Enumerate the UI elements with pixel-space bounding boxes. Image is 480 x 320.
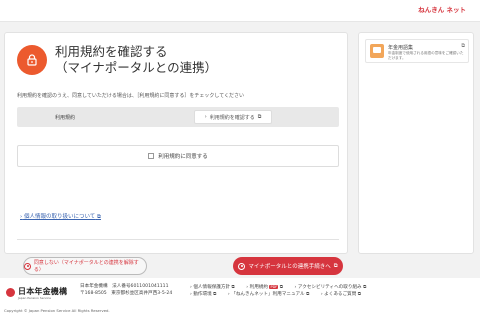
- external-link-icon: ⧉: [461, 43, 465, 49]
- divider: [17, 239, 339, 240]
- external-link-icon: ⧉: [257, 114, 262, 120]
- external-link-icon: ⧉: [97, 214, 101, 220]
- footer-link-manual[interactable]: › 「ねんきんネット」利用マニュアル ⧉: [228, 292, 309, 297]
- page-title: 利用規約を確認する （マイナポータルとの連携）: [55, 44, 218, 75]
- external-link-icon: ⧉: [333, 262, 338, 269]
- lock-icon: [17, 45, 47, 75]
- pdf-badge: PDF: [269, 285, 279, 289]
- main-card: 利用規約を確認する （マイナポータルとの連携） 利用規約を確認のうえ、同意してい…: [4, 32, 348, 275]
- footer: 日本年金機構 Japan Pension Service 日本年金機構 法人番号…: [0, 278, 480, 320]
- radio-circle-icon: [24, 262, 31, 270]
- disagree-button[interactable]: 同意しない（マイナポータルとの連携を解除する）: [23, 257, 147, 275]
- footer-link-environment[interactable]: › 動作環境 ⧉: [190, 292, 216, 297]
- address: 日本年金機構 法人番号6011001041111 〒168-8505 東京都杉並…: [80, 284, 173, 296]
- footer-link-accessibility[interactable]: › アクセシビリティへの取り組み ⧉: [295, 285, 367, 290]
- radio-circle-icon: [238, 262, 246, 270]
- footer-link-faq[interactable]: › よくあるご質問 ⧉: [321, 292, 361, 297]
- glossary-title: 年金用語集: [388, 45, 414, 51]
- glossary-link-card[interactable]: 年金用語集 年金制度で使用される用語の意味をご確認いただけます。 ⧉: [365, 39, 469, 63]
- terms-row-label: 利用規約: [55, 115, 76, 121]
- glossary-description: 年金制度で使用される用語の意味をご確認いただけます。: [388, 51, 464, 60]
- instruction-text: 利用規約を確認のうえ、同意していただける場合は、［利用規約に同意する］をチェック…: [17, 93, 245, 99]
- chevron-right-icon: ›: [20, 214, 23, 220]
- glossary-icon: [370, 44, 384, 58]
- footer-link-terms[interactable]: › 利用規約 PDF ⧉: [246, 285, 283, 290]
- view-terms-button[interactable]: › 利用規約を確認する ⧉: [194, 110, 272, 124]
- agree-checkbox-row[interactable]: 利用規約に同意する: [17, 145, 339, 167]
- chevron-right-icon: ›: [204, 114, 207, 120]
- top-header: ねんきん ネット: [0, 0, 480, 22]
- agree-checkbox-label: 利用規約に同意する: [158, 154, 208, 160]
- footer-links: › 個人情報保護方針 ⧉ › 利用規約 PDF ⧉ › アクセシビリティへの取り…: [190, 284, 376, 298]
- side-panel: 年金用語集 年金制度で使用される用語の意味をご確認いただけます。 ⧉: [358, 32, 474, 254]
- logo-subtitle: Japan Pension Service: [18, 296, 51, 300]
- nenkin-net-link[interactable]: ねんきん ネット: [418, 4, 466, 14]
- copyright: Copyright © Japan Pension Service All Ri…: [4, 308, 110, 313]
- proceed-button[interactable]: マイナポータルとの連携手続きへ ⧉: [233, 257, 343, 275]
- terms-row: 利用規約 › 利用規約を確認する ⧉: [17, 107, 339, 127]
- privacy-policy-link[interactable]: › 個人情報の取り扱いについて ⧉: [20, 212, 101, 221]
- footer-link-privacy[interactable]: › 個人情報保護方針 ⧉: [190, 285, 235, 290]
- logo-mark-icon: [6, 288, 15, 297]
- agree-checkbox[interactable]: [148, 153, 155, 159]
